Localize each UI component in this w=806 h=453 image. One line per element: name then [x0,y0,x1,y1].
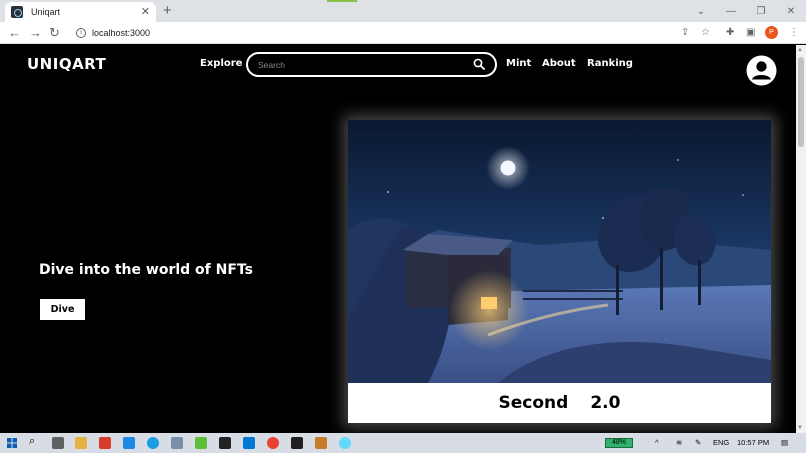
edge-icon[interactable] [147,437,159,449]
share-icon[interactable]: ⇪ [681,26,689,40]
taskbar-app-dark-icon[interactable] [219,437,231,449]
search-input[interactable] [258,58,458,72]
user-account-icon[interactable] [746,55,777,86]
extensions-icon[interactable]: ✚ [726,26,734,40]
page-scrollbar[interactable]: ▲ ▼ [796,45,806,433]
windows-start-icon[interactable] [7,438,17,448]
task-view-icon[interactable] [52,437,64,449]
window-controls: ⌄ — ❐ ✕ [686,0,806,22]
taskbar-app-react-icon[interactable] [339,437,351,449]
tray-chevron-icon[interactable]: ^ [655,438,659,448]
browser-toolbar: ← → ↻ i localhost:3000 ⇪ ☆ ✚ ▣ ⋮ [0,22,806,44]
search-box [246,52,497,77]
side-panel-icon[interactable]: ▣ [746,26,755,40]
nft-version: 2.0 [590,393,621,413]
scrollbar-thumb[interactable] [798,57,804,147]
hero-title: Dive into the world of NFTs [39,262,253,278]
site-logo[interactable]: UNIQART [27,55,106,73]
dive-button[interactable]: Dive [40,299,85,320]
site-info-icon[interactable]: i [76,28,86,38]
minimize-icon[interactable]: — [716,6,746,17]
vscode-icon[interactable] [243,437,255,449]
site-favicon-icon [11,6,23,18]
minecraft-icon[interactable] [195,437,207,449]
nav-explore[interactable]: Explore [200,58,242,69]
restore-icon[interactable]: ❐ [746,6,776,17]
file-explorer-icon[interactable] [75,437,87,449]
window-close-icon[interactable]: ✕ [776,6,806,17]
new-tab-button[interactable]: + [163,3,172,19]
pen-icon[interactable]: ✎ [695,438,701,448]
bookmark-star-icon[interactable]: ☆ [701,26,710,40]
scroll-up-icon[interactable]: ▲ [797,47,803,53]
nav-about[interactable]: About [542,58,576,69]
taskbar-search-icon[interactable]: ⌕ [29,436,35,447]
taskbar-app-l-icon[interactable] [123,437,135,449]
nav-ranking[interactable]: Ranking [587,58,633,69]
windows-taskbar: ⌕ 48% ^ ≋ ✎ ENG 10:57 PM ▤ [0,433,806,453]
terminal-icon[interactable] [291,437,303,449]
web-page: UNIQART Explore Mint About Ranking Dive … [0,45,796,433]
language-indicator[interactable]: ENG [713,438,729,448]
browser-menu-icon[interactable]: ⋮ [789,26,799,40]
tab-strip-accent [327,0,357,2]
scroll-down-icon[interactable]: ▼ [797,425,803,431]
clock[interactable]: 10:57 PM [737,438,769,448]
taskbar-app-brown-icon[interactable] [315,437,327,449]
back-icon[interactable]: ← [8,24,21,42]
reload-icon[interactable]: ↻ [49,24,60,42]
search-icon[interactable] [473,58,485,70]
browser-tab[interactable]: Uniqart ✕ [5,2,156,22]
browser-tab-strip: Uniqart ✕ + ⌄ — ❐ ✕ [0,0,806,22]
address-url: localhost:3000 [92,28,151,38]
address-bar[interactable]: i localhost:3000 [70,24,715,42]
nft-artwork-image [348,120,771,383]
tab-title: Uniqart [31,7,61,17]
wifi-icon[interactable]: ≋ [676,438,682,448]
calculator-icon[interactable] [171,437,183,449]
nft-card[interactable]: Second 2.0 [348,120,771,423]
battery-indicator[interactable]: 48% [605,438,633,448]
notifications-icon[interactable]: ▤ [781,438,788,448]
tab-close-icon[interactable]: ✕ [141,6,150,18]
chrome-icon[interactable] [267,437,279,449]
office-icon[interactable] [99,437,111,449]
nft-caption: Second 2.0 [348,383,771,423]
tab-search-icon[interactable]: ⌄ [686,6,716,17]
forward-icon[interactable]: → [29,24,42,42]
nav-mint[interactable]: Mint [506,58,531,69]
profile-avatar[interactable]: P [765,26,778,39]
nft-name: Second [498,393,569,413]
